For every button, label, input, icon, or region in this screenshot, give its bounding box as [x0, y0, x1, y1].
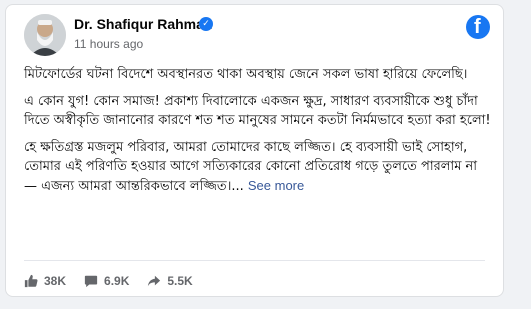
post-body: মিটফোর্ডের ঘটনা বিদেশে অবস্থানরত থাকা অব…	[24, 65, 492, 204]
facebook-logo-icon[interactable]: f	[466, 15, 490, 39]
comment-icon	[84, 275, 98, 288]
verified-badge-icon: ✓	[199, 17, 213, 31]
post-paragraph-1: মিটফোর্ডের ঘটনা বিদেশে অবস্থানরত থাকা অব…	[24, 67, 468, 82]
share-count: 5.5K	[167, 274, 193, 288]
like-count: 38K	[44, 274, 67, 288]
post-paragraph-3: হে ক্ষতিগ্রস্ত মজলুম পরিবার, আমরা তোমাদে…	[24, 138, 492, 196]
post-card: Dr. Shafiqur Rahman ✓ 11 hours ago f মিট…	[5, 4, 504, 297]
like-stat[interactable]: 38K	[24, 274, 66, 288]
divider	[24, 260, 485, 261]
author-name[interactable]: Dr. Shafiqur Rahman	[74, 16, 212, 32]
share-stat[interactable]: 5.5K	[147, 274, 193, 288]
share-icon	[148, 275, 161, 287]
see-more-link[interactable]: See more	[248, 178, 304, 193]
post-paragraph-2: এ কোন যুগ! কোন সমাজ! প্রকাশ্য দিবালোকে এ…	[24, 94, 491, 128]
post-time[interactable]: 11 hours ago	[74, 37, 143, 51]
comment-count: 6.9K	[104, 274, 130, 288]
thumbs-up-icon	[24, 274, 38, 288]
avatar-photo	[24, 14, 66, 56]
engagement-stats: 38K 6.9K 5.5K	[24, 274, 211, 288]
comment-stat[interactable]: 6.9K	[84, 274, 129, 288]
avatar[interactable]	[24, 14, 66, 56]
